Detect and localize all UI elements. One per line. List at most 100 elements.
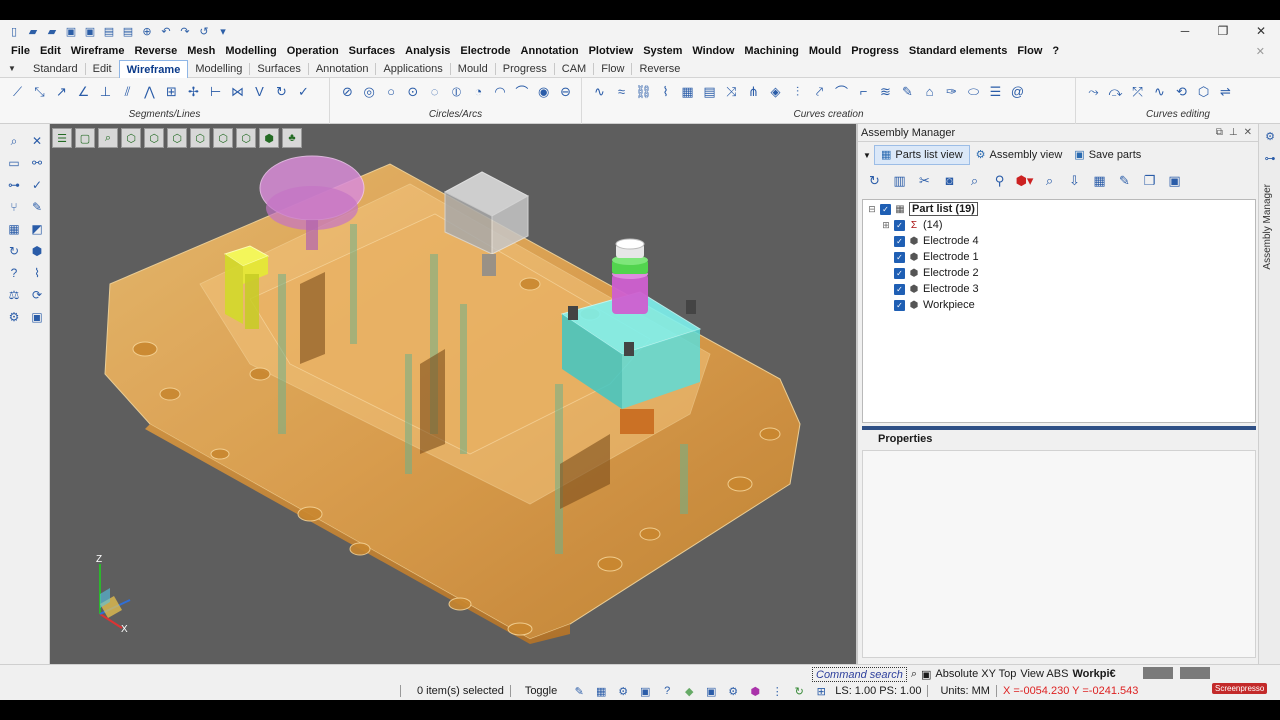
tab-save-parts[interactable]: ▣ Save parts bbox=[1068, 145, 1147, 165]
checkbox-checked[interactable]: ✓ bbox=[880, 203, 891, 215]
explode-icon[interactable]: ✂ bbox=[914, 170, 935, 191]
menu-wireframe[interactable]: Wireframe bbox=[66, 45, 130, 57]
sync-icon[interactable]: ↻ bbox=[791, 683, 807, 699]
frame-icon[interactable]: ▣ bbox=[703, 683, 719, 699]
view-zoom-icon[interactable]: ⌕ bbox=[98, 128, 118, 148]
line-mesh-icon[interactable]: ⋈ bbox=[228, 82, 247, 101]
edit-join-icon[interactable]: ∿ bbox=[1150, 82, 1169, 101]
menu-reverse[interactable]: Reverse bbox=[129, 45, 182, 57]
line-grid-icon[interactable]: ⊞ bbox=[162, 82, 181, 101]
copy-icon[interactable]: ❐ bbox=[1139, 170, 1160, 191]
view-cube-left-icon[interactable]: ⬡ bbox=[190, 128, 210, 148]
filter-parts-icon[interactable]: ⚲ bbox=[989, 170, 1010, 191]
circle-2pt-icon[interactable]: ⊙ bbox=[403, 82, 422, 101]
menu-surfaces[interactable]: Surfaces bbox=[344, 45, 400, 57]
menu-close-icon[interactable]: ✕ bbox=[1251, 45, 1270, 58]
parallel-lines-icon[interactable]: ⫽ bbox=[118, 82, 137, 101]
circle-tangent-icon[interactable]: ⊘ bbox=[338, 82, 357, 101]
path-icon[interactable]: ⌇ bbox=[28, 264, 46, 282]
line-v-icon[interactable]: V bbox=[250, 82, 269, 101]
zoom-icon[interactable]: ⊕ bbox=[139, 23, 155, 39]
edit-icon[interactable]: ✎ bbox=[28, 198, 46, 216]
tab-reverse[interactable]: Reverse bbox=[632, 60, 687, 78]
curve-spline-icon[interactable]: ∿ bbox=[590, 82, 609, 101]
curve-arc-icon[interactable]: ⌒ bbox=[832, 82, 851, 101]
history-icon[interactable]: ↺ bbox=[196, 23, 212, 39]
tree-icon[interactable]: ⊶ bbox=[5, 176, 23, 194]
curve-wave-icon[interactable]: ≋ bbox=[876, 82, 895, 101]
menu-window[interactable]: Window bbox=[687, 45, 739, 57]
curve-iso-icon[interactable]: ⫶ bbox=[788, 82, 807, 101]
menu-mould[interactable]: Mould bbox=[804, 45, 846, 57]
circle-diameter-icon[interactable]: ⦶ bbox=[447, 82, 466, 101]
checkbox-checked[interactable]: ✓ bbox=[894, 219, 905, 231]
view-cube-right-icon[interactable]: ⬡ bbox=[213, 128, 233, 148]
polyline-icon[interactable]: ⤡ bbox=[30, 82, 49, 101]
view-fit-icon[interactable]: ▢ bbox=[75, 128, 95, 148]
save-icon[interactable]: ▣ bbox=[63, 23, 79, 39]
table-icon[interactable]: ▦ bbox=[1089, 170, 1110, 191]
tab-dropdown-icon[interactable]: ▼ bbox=[8, 64, 20, 73]
pen-icon[interactable]: ✎ bbox=[571, 683, 587, 699]
checkbox-checked[interactable]: ✓ bbox=[894, 283, 905, 295]
tab-edit[interactable]: Edit bbox=[86, 60, 119, 78]
command-search-input[interactable]: Command search bbox=[812, 666, 907, 682]
dock-assembly-icon[interactable]: ⚙ bbox=[1262, 128, 1278, 144]
curve-helix-icon[interactable]: ⌇ bbox=[656, 82, 675, 101]
circle-3pt-icon[interactable]: ○ bbox=[382, 82, 401, 101]
menu-electrode[interactable]: Electrode bbox=[455, 45, 515, 57]
edit-chamfer-icon[interactable]: ⬡ bbox=[1194, 82, 1213, 101]
filter-icon[interactable]: ⚙ bbox=[615, 683, 631, 699]
checkbox-checked[interactable]: ✓ bbox=[894, 267, 905, 279]
edit-reverse-icon[interactable]: ⇌ bbox=[1216, 82, 1235, 101]
tab-surfaces[interactable]: Surfaces bbox=[250, 60, 307, 78]
curve-spiral-icon[interactable]: @ bbox=[1008, 82, 1027, 101]
menu-analysis[interactable]: Analysis bbox=[400, 45, 455, 57]
dots-icon[interactable]: ⋮ bbox=[769, 683, 785, 699]
tab-wireframe[interactable]: Wireframe bbox=[118, 59, 189, 78]
tab-assembly-view[interactable]: ⚙ Assembly view bbox=[970, 145, 1069, 165]
curve-sketch-icon[interactable]: ⌐ bbox=[854, 82, 873, 101]
tab-modelling[interactable]: Modelling bbox=[188, 60, 249, 78]
mark-icon[interactable]: ✓ bbox=[28, 176, 46, 194]
curve-intersect-icon[interactable]: ⤨ bbox=[722, 82, 741, 101]
tree-row-electrode-2[interactable]: ✓ ⬢ Electrode 2 bbox=[891, 265, 979, 281]
menu-machining[interactable]: Machining bbox=[739, 45, 803, 57]
curve-pen-icon[interactable]: ✑ bbox=[942, 82, 961, 101]
tree-row-workpiece[interactable]: ✓ ⬢ Workpiece bbox=[891, 297, 975, 313]
tab-mould[interactable]: Mould bbox=[451, 60, 495, 78]
line-perpendicular-icon[interactable]: ⊥ bbox=[96, 82, 115, 101]
diamond-icon[interactable]: ◆ bbox=[681, 683, 697, 699]
line-normal-icon[interactable]: ⊢ bbox=[206, 82, 225, 101]
tree-row-electrode-4[interactable]: ✓ ⬢ Electrode 4 bbox=[891, 233, 979, 249]
line-bisector-icon[interactable]: ⋀ bbox=[140, 82, 159, 101]
gear-icon[interactable]: ⚙ bbox=[725, 683, 741, 699]
arc-edit-icon[interactable]: ⊖ bbox=[556, 82, 575, 101]
tab-standard[interactable]: Standard bbox=[26, 60, 85, 78]
branch-icon[interactable]: ⑂ bbox=[5, 198, 23, 216]
box-select-icon[interactable]: ▭ bbox=[5, 154, 23, 172]
tab-flow[interactable]: Flow bbox=[594, 60, 631, 78]
menu-plotview[interactable]: Plotview bbox=[584, 45, 639, 57]
minimize-icon[interactable]: ─ bbox=[1166, 20, 1204, 42]
tab-annotation[interactable]: Annotation bbox=[309, 60, 376, 78]
curve-contour-icon[interactable]: ⋔ bbox=[744, 82, 763, 101]
panel-close-icon[interactable]: ✕ bbox=[1244, 127, 1252, 138]
undo-icon[interactable]: ↶ bbox=[158, 23, 174, 39]
tree-row-electrode-1[interactable]: ✓ ⬢ Electrode 1 bbox=[891, 249, 979, 265]
view-cube-front-icon[interactable]: ⬡ bbox=[144, 128, 164, 148]
tree-row-sum[interactable]: ⊞ ✓ Σ (14) bbox=[881, 217, 942, 233]
dock-tree-icon[interactable]: ⊶ bbox=[1262, 150, 1278, 166]
cube-icon[interactable]: ⬢ bbox=[28, 242, 46, 260]
curve-silhouette-icon[interactable]: ◈ bbox=[766, 82, 785, 101]
active-part-label[interactable]: Workpi€ bbox=[1072, 668, 1115, 680]
new-file-icon[interactable]: ▯ bbox=[6, 23, 22, 39]
refresh-parts-icon[interactable]: ↻ bbox=[864, 170, 885, 191]
red-cube-icon[interactable]: ⬢▾ bbox=[1014, 170, 1035, 191]
arc-concentric-icon[interactable]: ◉ bbox=[534, 82, 553, 101]
view-tree-icon[interactable]: ♣ bbox=[282, 128, 302, 148]
stack-parts-icon[interactable]: ▥ bbox=[889, 170, 910, 191]
screenshot-icon[interactable]: ▣ bbox=[637, 683, 653, 699]
grid-icon[interactable]: ⊞ bbox=[813, 683, 829, 699]
menu-file[interactable]: File bbox=[6, 45, 35, 57]
